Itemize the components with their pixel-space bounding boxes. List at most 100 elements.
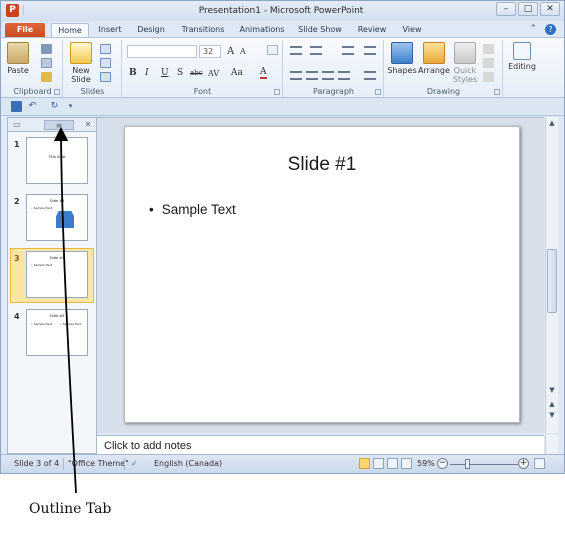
drawing-launcher-icon[interactable] [494,89,500,95]
tab-transitions[interactable]: Transitions [177,23,229,38]
fit-slide-icon[interactable] [534,458,545,469]
powerpoint-app-icon[interactable]: P [6,4,19,17]
scroll-down-icon[interactable]: ▼ [546,385,558,395]
slide-title[interactable]: Slide #1 [125,154,519,176]
redo-icon[interactable]: ↻ [49,101,60,112]
notes-placeholder[interactable]: Click to add notes [104,440,191,452]
tab-review[interactable]: Review [354,23,390,38]
shapes-button[interactable]: Shapes [387,42,417,75]
notes-pane[interactable]: Click to add notes [97,435,544,454]
editing-button[interactable]: Editing [506,42,538,71]
zoom-slider-knob[interactable] [465,459,470,469]
minimize-button[interactable]: – [496,2,516,16]
shape-outline-icon[interactable] [483,58,494,68]
tab-insert[interactable]: Insert [93,23,127,38]
layout-icon[interactable] [100,44,111,54]
slide-bullet[interactable]: • Sample Text [149,202,236,217]
save-icon[interactable] [11,101,22,112]
arrange-button[interactable]: Arrange [418,42,450,75]
thumbnail-title: Slide #2 [49,199,65,203]
font-group-label: Font [193,87,212,96]
new-slide-button[interactable]: New Slide [67,42,95,84]
columns-icon[interactable] [364,46,376,55]
font-name-combo[interactable] [127,45,197,58]
slide-thumbnail-2[interactable]: Slide #2 • Sample Text [26,194,88,241]
tab-design[interactable]: Design [133,23,169,38]
normal-view-icon[interactable] [359,458,370,469]
vertical-scrollbar[interactable]: ▲ ▼ ▲ ▼ [545,117,558,433]
zoom-in-icon[interactable]: + [518,458,529,469]
clipboard-launcher-icon[interactable] [54,89,60,95]
slides-tab-icon[interactable]: ▭ [11,120,23,130]
maximize-button[interactable]: □ [518,2,538,16]
slide-thumbnail-3[interactable]: Slide #1 • Sample Text [26,251,88,298]
language[interactable]: English (Canada) [154,459,222,468]
spell-check-icon[interactable]: ✓ [131,459,138,468]
slide-canvas[interactable]: Slide #1 • Sample Text [124,126,520,423]
reading-view-icon[interactable] [387,458,398,469]
italic-button[interactable]: I [145,68,149,78]
strikethrough-button[interactable]: abc [190,69,203,77]
close-button[interactable]: ✕ [540,2,560,16]
clear-formatting-icon[interactable] [267,45,278,55]
bullets-icon[interactable] [290,46,302,55]
font-size-combo[interactable]: 32 [199,45,221,58]
smartart-icon[interactable] [364,71,376,80]
shape-fill-icon[interactable] [483,44,494,54]
line-spacing-icon[interactable] [342,46,354,55]
tab-slide-show[interactable]: Slide Show [297,23,343,38]
slide-show-view-icon[interactable] [401,458,412,469]
close-pane-icon[interactable]: ✕ [82,120,94,130]
title-bar-divider [23,5,41,15]
shapes-icon [391,42,413,64]
grow-font-button[interactable]: A [227,46,234,57]
align-left-icon[interactable] [290,71,302,80]
change-case-button[interactable]: Aa [231,68,243,78]
font-color-button[interactable]: A [260,67,267,79]
theme-name[interactable]: "Office Theme" [68,459,129,468]
font-launcher-icon[interactable] [274,89,280,95]
thumbnail-title: Slide #4 [49,314,65,318]
next-slide-icon[interactable]: ▼ [546,410,558,420]
copy-icon[interactable] [41,58,52,68]
zoom-level[interactable]: 59% [417,459,435,468]
shrink-font-button[interactable]: A [240,47,246,56]
slide-thumbnail-4[interactable]: Slide #4 • Sample Text • Sample Text [26,309,88,356]
format-painter-icon[interactable] [41,72,52,82]
justify-icon[interactable] [338,71,350,80]
quick-styles-button[interactable]: Quick Styles [451,42,479,84]
zoom-out-icon[interactable]: − [437,458,448,469]
scroll-up-icon[interactable]: ▲ [546,118,558,128]
slide-sorter-view-icon[interactable] [373,458,384,469]
quick-access-toolbar: ↶ ↻ ▾ [1,98,564,116]
customize-toolbar-icon[interactable]: ▾ [65,101,76,112]
notes-scrollbar[interactable] [545,435,558,454]
tab-view[interactable]: View [398,23,426,38]
minimize-ribbon-icon[interactable]: ⌃ [529,24,537,35]
shape-effects-icon[interactable] [483,72,494,82]
reset-icon[interactable] [100,58,111,68]
tab-animations[interactable]: Animations [237,23,287,38]
paragraph-launcher-icon[interactable] [375,89,381,95]
outline-tab-icon[interactable]: ≡ [44,120,74,130]
help-icon[interactable]: ? [545,24,556,35]
character-spacing-button[interactable]: AV [208,69,219,78]
previous-slide-icon[interactable]: ▲ [546,399,558,409]
align-right-icon[interactable] [322,71,334,80]
tab-home[interactable]: Home [51,23,89,38]
slide-thumbnail-1[interactable]: Title Slide [26,137,88,184]
align-center-icon[interactable] [306,71,318,80]
underline-button[interactable]: U [161,68,169,78]
bold-button[interactable]: B [129,68,137,78]
shadow-button[interactable]: S [177,68,183,78]
thumbnail-bullet: • Sample Text [31,206,52,210]
section-icon[interactable] [100,72,111,82]
zoom-slider-track[interactable] [450,464,518,465]
cut-icon[interactable] [41,44,52,54]
tab-file[interactable]: File [5,23,45,38]
numbering-icon[interactable] [310,46,322,55]
annotation-label: Outline Tab [29,501,112,517]
undo-icon[interactable]: ↶ [27,101,38,112]
paste-button[interactable]: Paste [6,42,30,75]
scroll-thumb[interactable] [547,249,557,313]
